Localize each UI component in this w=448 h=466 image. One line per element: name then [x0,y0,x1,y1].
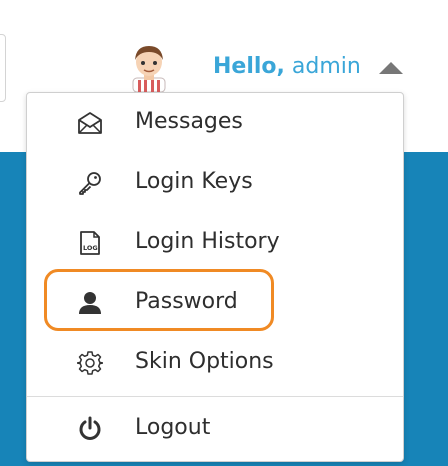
side-panel-edge [0,34,6,102]
greeting-label: Hello, [213,54,285,79]
menu-item-login-history[interactable]: LOG Login History [27,213,403,273]
power-icon [79,416,101,440]
envelope-icon [78,112,102,134]
username-label: admin [291,54,361,79]
key-icon [79,172,101,195]
menu-item-skin-options[interactable]: Skin Options [27,333,403,393]
menu-item-label: Logout [135,415,211,440]
log-file-icon: LOG [80,231,100,255]
menu-divider [27,396,403,397]
menu-item-label: Login Keys [135,169,253,194]
user-icon [79,292,101,314]
menu-item-password[interactable]: Password [27,273,403,333]
menu-item-label: Skin Options [135,349,274,374]
user-dropdown-menu: Messages Login Keys LOG Login History Pa… [26,92,404,462]
menu-item-label: Password [135,289,238,314]
user-avatar-icon [132,46,166,92]
menu-item-label: Login History [135,229,280,254]
gear-icon [77,351,103,375]
menu-item-label: Messages [135,109,243,134]
menu-item-messages[interactable]: Messages [27,93,403,153]
menu-item-logout[interactable]: Logout [27,399,403,459]
greeting[interactable]: Hello, admin [213,52,361,82]
caret-up-icon[interactable] [379,62,403,74]
svg-text:LOG: LOG [83,244,98,252]
menu-item-login-keys[interactable]: Login Keys [27,153,403,213]
